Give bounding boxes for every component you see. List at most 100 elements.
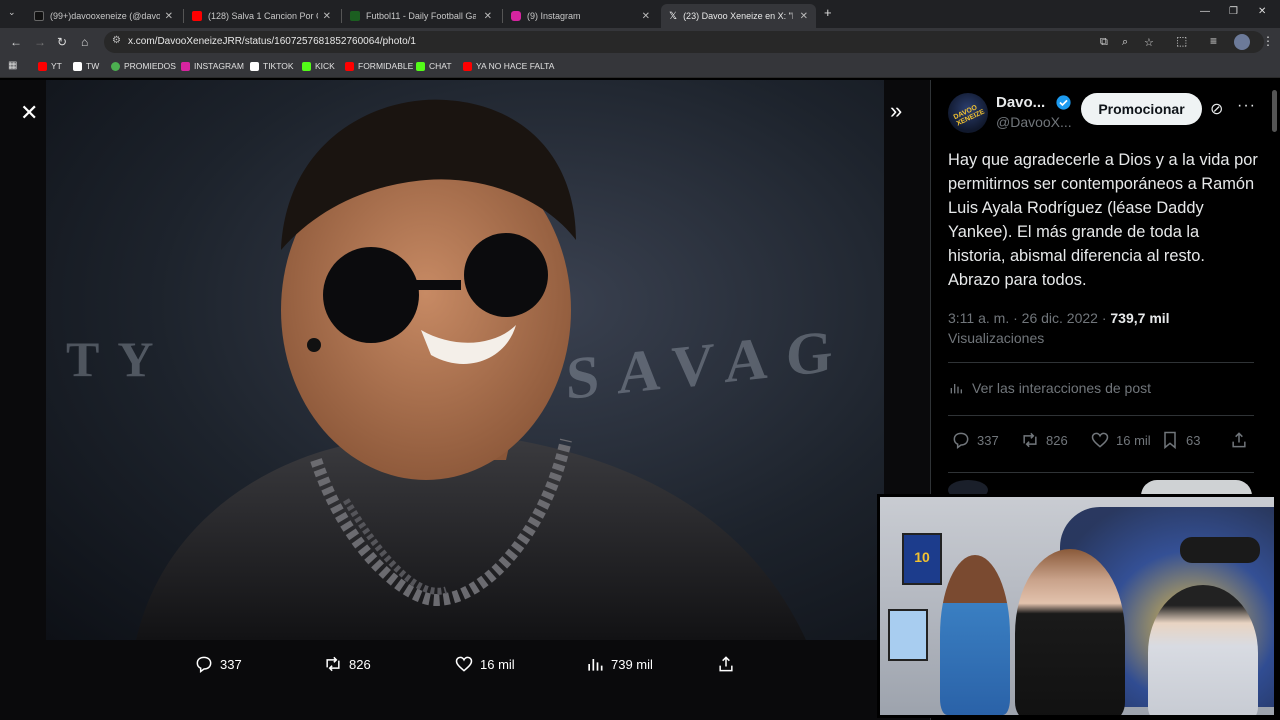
viewer-reposts[interactable]: 826 [323,654,371,674]
close-icon[interactable]: ✕ [800,11,808,22]
bookmark-ya-no-hace-falta[interactable]: YA NO HACE FALTA [463,61,554,71]
close-viewer-icon[interactable]: ✕ [20,100,38,126]
viewer-replies[interactable]: 337 [194,654,242,674]
bookmark-tiktok[interactable]: TIKTOK [250,61,294,71]
bookmark-kick[interactable]: KICK [302,61,335,71]
home-icon[interactable]: ⌂ [81,35,88,49]
reply-action[interactable]: 337 [951,430,999,450]
viewer-share[interactable] [716,654,736,674]
profile-avatar[interactable] [1234,34,1250,50]
reposts-count: 826 [349,656,371,672]
tab-futbol11[interactable]: Futbol11 - Daily Football Game ✕ [342,4,500,28]
zoom-icon[interactable]: ⌕ [1122,36,1128,49]
person-figure [1015,549,1125,715]
view-interactions-label: Ver las interacciones de post [972,380,1151,396]
share-action[interactable] [1229,430,1249,450]
reading-list-icon[interactable]: ≡ [1210,34,1217,48]
bookmark-icon [1164,431,1176,450]
restore-icon[interactable]: ❐ [1229,6,1238,17]
tab-label: (23) Davoo Xeneize en X: "Hay [683,11,793,21]
tab-label: (9) Instagram [527,11,581,21]
bookmark-count: 63 [1186,432,1201,448]
framed-jersey [888,609,928,661]
bookmark-label: YA NO HACE FALTA [476,61,555,71]
extensions-icon[interactable]: ⬚ [1176,34,1187,48]
site-info-icon[interactable]: ⚙ [112,35,121,46]
address-bar[interactable]: ⚙ x.com/DavooXeneizeJRR/status/160725768… [104,31,1264,53]
bookmark-label: FORMIDABLE [358,61,414,71]
pane-scrollbar[interactable] [1272,90,1277,132]
bookmark-action[interactable]: 63 [1160,430,1200,450]
forward-arrow-icon[interactable]: → [34,35,46,49]
new-tab-plus-icon[interactable]: + [824,5,832,20]
tweet-timestamp[interactable]: 3:11 a. m. · 26 dic. 2022 · [948,310,1110,326]
close-icon[interactable]: ✕ [484,11,492,22]
divider [948,472,1254,473]
likes-count: 16 mil [480,656,515,672]
tab-instagram[interactable]: (9) Instagram ✕ [503,4,658,28]
author-avatar[interactable]: DAVOO XENEIZE [948,93,988,133]
replies-count: 337 [220,656,242,672]
analytics-icon [950,384,962,394]
tab-label: (99+)davooxeneize (@davooxe [50,11,160,21]
url-text[interactable]: x.com/DavooXeneizeJRR/status/16072576818… [128,36,416,47]
tab-tiktok[interactable]: (99+)davooxeneize (@davooxe ✕ [26,4,181,28]
minimize-icon[interactable]: — [1200,6,1210,17]
like-count: 16 mil [1116,432,1151,448]
bookmark-yt[interactable]: YT [38,61,62,71]
bookmark-formidable[interactable]: FORMIDABLE [345,61,413,71]
close-icon[interactable]: ✕ [642,11,650,22]
tweet-text: Hay que agradecerle a Dios y a la vida p… [948,151,1258,289]
x-logo-icon: 𝕏 [669,10,678,22]
viewer-likes[interactable]: 16 mil [454,654,515,674]
bookmark-label: YT [51,61,62,71]
bookmarks-bar: ▦ YT TW PROMIEDOS INSTAGRAM TIKTOK KICK … [0,56,1280,78]
author-name[interactable]: Davo... [996,94,1045,111]
browser-toolbar: ← → ↻ ⌂ ⚙ x.com/DavooXeneizeJRR/status/1… [0,28,1280,56]
framed-jersey: 10 [902,533,942,585]
webcam-overlay: 10 [877,494,1277,718]
repost-action[interactable]: 826 [1020,430,1068,450]
like-action[interactable]: 16 mil [1090,430,1151,450]
collapse-panel-icon[interactable]: » [890,98,902,124]
tiktok-icon [34,11,44,21]
window-close-icon[interactable]: ✕ [1258,6,1266,17]
tab-x-active[interactable]: 𝕏 (23) Davoo Xeneize en X: "Hay ✕ [661,4,816,28]
reply-icon [953,432,969,449]
view-interactions-link[interactable]: Ver las interacciones de post [948,380,1151,396]
bookmark-promiedos[interactable]: PROMIEDOS [111,61,176,71]
browser-menu-icon[interactable]: ⋮ [1262,34,1274,48]
x-logo-icon [73,61,82,71]
tiktok-icon [250,61,259,71]
bookmark-label: TIKTOK [263,61,294,71]
close-icon[interactable]: ✕ [165,11,173,22]
bookmark-tw[interactable]: TW [73,61,99,71]
views-count: 739 mil [611,656,653,672]
tab-label: (128) Salva 1 Cancion Por Cada [208,11,318,21]
bookmark-star-icon[interactable]: ☆ [1144,36,1154,49]
divider [948,415,1254,416]
grok-icon[interactable]: ⊘ [1210,99,1223,119]
viewer-views[interactable]: 739 mil [585,654,653,674]
bookmark-label: TW [86,61,100,71]
promote-button[interactable]: Promocionar [1081,93,1202,125]
install-app-icon[interactable]: ⧉ [1100,36,1108,49]
tab-search-icon[interactable]: ⌄ [8,7,16,18]
verified-badge-icon [1056,95,1071,110]
author-handle[interactable]: @DavooX... [996,114,1072,130]
bookmark-label: INSTAGRAM [194,61,244,71]
apps-grid-icon[interactable]: ▦ [8,60,17,71]
divider [948,362,1254,363]
youtube-icon [345,61,354,71]
reload-icon[interactable]: ↻ [57,35,67,49]
tweet-photo[interactable]: SAVAG TY [46,80,884,640]
views-label: Visualizaciones [948,330,1045,346]
person-figure [940,555,1010,715]
bookmark-chat[interactable]: CHAT [416,61,452,71]
close-icon[interactable]: ✕ [323,11,331,22]
photo-viewer: SAVAG TY ✕ » 337 826 16 mil 739 mil [0,80,930,720]
tab-youtube[interactable]: (128) Salva 1 Cancion Por Cada ✕ [184,4,339,28]
back-arrow-icon[interactable]: ← [10,35,22,49]
more-options-icon[interactable]: ··· [1237,97,1256,115]
bookmark-instagram[interactable]: INSTAGRAM [181,61,244,71]
